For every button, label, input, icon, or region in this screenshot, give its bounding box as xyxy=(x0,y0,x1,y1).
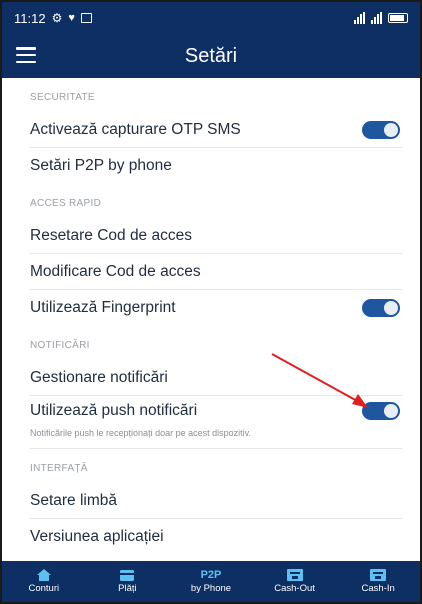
nav-cash-in[interactable]: Cash-In xyxy=(336,561,420,602)
status-time: 11:12 xyxy=(14,10,46,26)
status-bar: 11:12 ⚙ ♥ xyxy=(2,2,420,34)
reset-code-label: Resetare Cod de acces xyxy=(30,226,192,244)
otp-sms-toggle[interactable] xyxy=(362,120,400,139)
push-notifications-label: Utilizează push notificări xyxy=(30,402,198,419)
p2p-settings-row[interactable]: Setări P2P by phone xyxy=(30,148,402,184)
page-title: Setări xyxy=(184,44,238,67)
section-header-interface: INTERFAȚĂ xyxy=(30,463,88,474)
nav-cash-in-label: Cash-In xyxy=(361,583,395,594)
nav-cash-out[interactable]: Cash-Out xyxy=(253,561,337,602)
heart-icon: ♥ xyxy=(68,12,75,24)
fingerprint-row[interactable]: Utilizează Fingerprint xyxy=(30,290,402,326)
nav-cash-out-label: Cash-Out xyxy=(274,583,315,594)
otp-sms-label: Activează capturare OTP SMS xyxy=(30,120,241,138)
change-code-label: Modificare Cod de acces xyxy=(30,262,201,280)
home-icon xyxy=(36,569,52,581)
app-version-row[interactable]: Versiunea aplicației xyxy=(30,519,402,555)
nav-accounts[interactable]: Conturi xyxy=(2,561,86,602)
push-notifications-toggle[interactable] xyxy=(362,402,400,420)
app-version-label: Versiunea aplicației xyxy=(30,528,164,545)
fingerprint-label: Utilizează Fingerprint xyxy=(30,299,176,316)
push-notifications-note: Notificările push le recepționați doar p… xyxy=(30,428,251,438)
manage-notifications-label: Gestionare notificări xyxy=(30,368,168,386)
atm-icon xyxy=(370,569,387,581)
settings-list: SECURITATE Activează capturare OTP SMS S… xyxy=(2,78,420,565)
card-icon xyxy=(119,569,135,581)
atm-icon xyxy=(286,569,303,581)
nav-p2p-label: by Phone xyxy=(190,583,232,594)
push-notifications-block: Utilizează push notificări Notificările … xyxy=(30,396,402,449)
status-right xyxy=(354,12,408,24)
phone-screen: 11:12 ⚙ ♥ Setări SECURITATE Activează ca… xyxy=(0,0,422,604)
gallery-icon xyxy=(80,13,92,23)
section-header-quick-access: ACCES RAPID xyxy=(30,198,102,209)
manage-notifications-row[interactable]: Gestionare notificări xyxy=(30,360,402,396)
p2p-settings-label: Setări P2P by phone xyxy=(30,157,172,174)
reset-code-row[interactable]: Resetare Cod de acces xyxy=(30,218,402,254)
settings-gear-icon: ⚙ xyxy=(51,11,63,25)
battery-icon xyxy=(388,13,408,23)
status-left: 11:12 ⚙ ♥ xyxy=(14,11,92,26)
nav-accounts-label: Conturi xyxy=(28,583,60,594)
fingerprint-toggle[interactable] xyxy=(362,299,400,317)
app-bar: Setări xyxy=(2,34,420,78)
push-notifications-row[interactable]: Utilizează push notificări xyxy=(30,396,402,426)
section-header-security: SECURITATE xyxy=(30,92,95,103)
section-header-notifications: NOTIFICĂRI xyxy=(30,340,90,351)
nav-p2p[interactable]: P2P by Phone xyxy=(169,561,253,602)
bottom-navigation: Conturi Plăți P2P by Phone Cash-Out Cash… xyxy=(2,561,420,602)
hamburger-menu-icon[interactable] xyxy=(16,47,36,63)
nav-payments[interactable]: Plăți xyxy=(86,561,170,602)
nav-payments-label: Plăți xyxy=(118,583,137,594)
otp-sms-row[interactable]: Activează capturare OTP SMS xyxy=(30,112,402,148)
language-row[interactable]: Setare limbă xyxy=(30,483,402,519)
change-code-row[interactable]: Modificare Cod de acces xyxy=(30,254,402,290)
signal-icon-2 xyxy=(371,12,382,24)
p2p-icon: P2P xyxy=(200,569,222,581)
language-label: Setare limbă xyxy=(30,491,118,509)
signal-icon xyxy=(354,12,365,24)
